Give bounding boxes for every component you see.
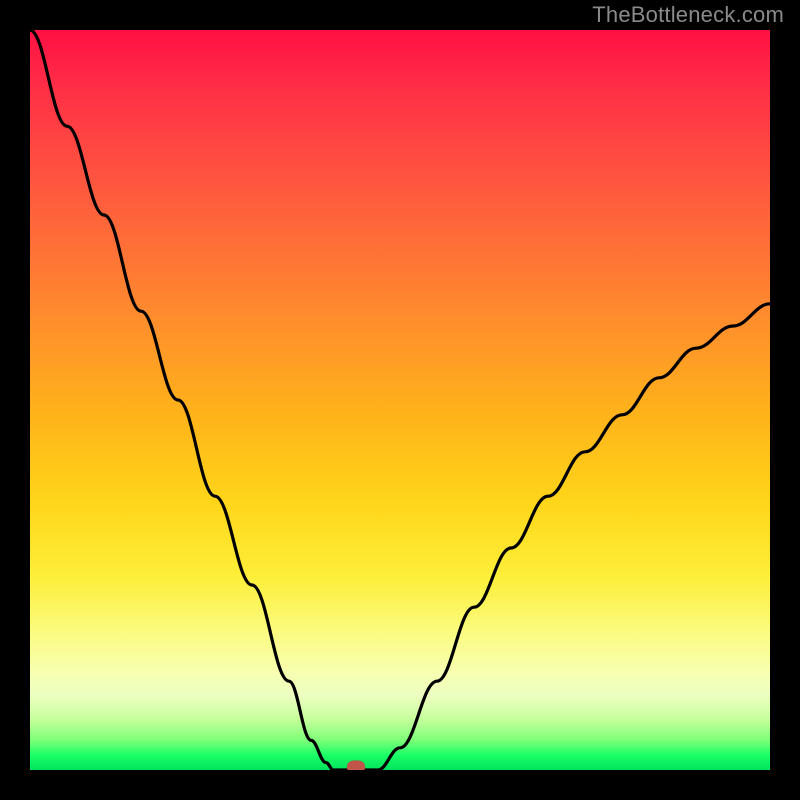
watermark-text: TheBottleneck.com (592, 2, 784, 28)
bottleneck-curve (30, 30, 770, 770)
optimal-point-marker (347, 761, 365, 771)
curve-path (30, 30, 770, 770)
plot-area (30, 30, 770, 770)
chart-container: TheBottleneck.com (0, 0, 800, 800)
